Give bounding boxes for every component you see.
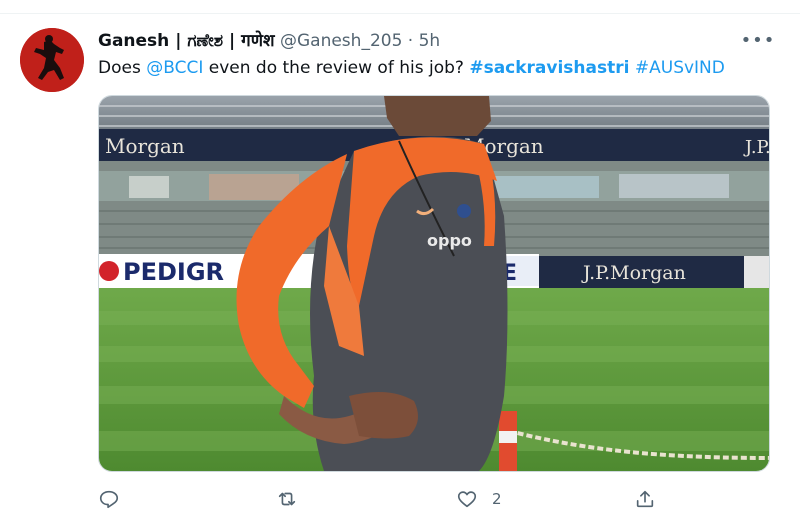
reply-icon <box>99 490 119 509</box>
display-name[interactable]: Ganesh | ಗಣೇಶ | गणेश <box>98 31 275 51</box>
hand <box>349 392 418 439</box>
retweet-button[interactable] <box>276 482 312 516</box>
tweet-media-photo[interactable]: Morgan Morgan J.P. PEDIGR EE J.P.Morgan <box>98 95 770 472</box>
user-handle[interactable]: @Ganesh_205 <box>280 31 402 51</box>
timestamp[interactable]: 5h <box>419 31 441 51</box>
photo-scene: Morgan Morgan J.P. PEDIGR EE J.P.Morgan <box>99 96 769 471</box>
banner-morgan-left: Morgan <box>105 134 185 158</box>
heart-icon <box>457 491 477 508</box>
tweet-actions: 2 <box>98 482 768 516</box>
like-button[interactable]: 2 <box>456 482 502 516</box>
top-divider <box>0 13 800 14</box>
hashtag-link-sackravishastri[interactable]: #sackravishastri <box>469 58 629 78</box>
share-button[interactable] <box>634 482 670 516</box>
like-count: 2 <box>492 490 502 508</box>
jersey-logo-text: oppo <box>427 231 472 250</box>
tweet-text-prefix: Does <box>98 58 147 78</box>
share-icon <box>636 490 654 508</box>
tweet-header: Ganesh | ಗಣೇಶ | गणेश @Ganesh_205 · 5h <box>98 28 740 54</box>
separator-dot: · <box>407 31 414 51</box>
tweet-text: Does @BCCI even do the review of his job… <box>98 58 770 78</box>
banner-jp-edge: J.P. <box>743 137 769 158</box>
banner-pedigree: PEDIGR <box>123 258 224 286</box>
retweet-icon <box>278 492 296 506</box>
more-options-icon[interactable]: ••• <box>738 30 778 52</box>
mention-link[interactable]: @BCCI <box>146 58 203 78</box>
hashtag-link-ausvind[interactable]: #AUSvIND <box>635 58 725 78</box>
tweet-text-middle: even do the review of his job? <box>203 58 470 78</box>
reply-button[interactable] <box>98 482 134 516</box>
avatar-image <box>20 28 84 92</box>
avatar[interactable] <box>20 28 84 92</box>
banner-jpmorgan: J.P.Morgan <box>581 262 686 284</box>
